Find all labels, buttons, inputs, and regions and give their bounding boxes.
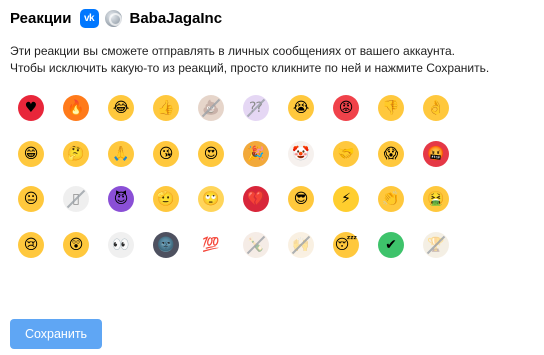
ok-hand-icon: 👌	[423, 95, 449, 121]
folded-hands-icon: 🙏	[108, 140, 134, 167]
clown-face-icon: 🤡	[288, 140, 314, 167]
grinning-face-icon: 😁	[18, 140, 44, 167]
red-heart-icon: ♥	[18, 95, 44, 121]
heart-eyes-icon: 😍	[198, 140, 224, 167]
reaction-clown-face[interactable]: 🤡	[283, 136, 319, 172]
question-marks-icon: ⁇	[243, 95, 269, 121]
vomiting-face-icon: 🤮	[423, 186, 449, 212]
reaction-eyes[interactable]: 👀	[103, 227, 139, 263]
bottle-with-cork-icon: 🍾	[243, 231, 269, 258]
reaction-heart-eyes[interactable]: 😍	[193, 136, 229, 172]
reaction-tears-of-joy[interactable]: 😂	[103, 90, 139, 126]
reaction-kissing-heart[interactable]: 😘	[148, 136, 184, 172]
page-document-icon: ▯	[63, 186, 89, 212]
description-line-2: Чтобы исключить какую-то из реакций, про…	[10, 60, 490, 75]
reaction-red-heart[interactable]: ♥	[13, 90, 49, 126]
reaction-handshake[interactable]: 🤝	[328, 136, 364, 172]
tears-of-joy-icon: 😂	[108, 95, 134, 121]
screaming-in-fear-icon: 😱	[378, 140, 404, 167]
angry-face-icon: 😡	[333, 95, 359, 121]
reaction-fire[interactable]: 🔥	[58, 90, 94, 126]
reaction-hundred-points[interactable]: 💯	[193, 227, 229, 263]
sad-face-icon: 😢	[18, 231, 44, 258]
reaction-pile-of-poo[interactable]: 💩	[193, 90, 229, 126]
trophy-icon: 🏆	[423, 231, 449, 258]
sleeping-face-icon: 😴	[333, 231, 359, 258]
reaction-raising-hands[interactable]: 🙌	[283, 227, 319, 263]
account-avatar[interactable]	[104, 9, 122, 27]
thumbs-down-icon: 👎	[378, 95, 404, 121]
broken-heart-icon: 💔	[243, 186, 269, 212]
reaction-party-popper[interactable]: 🎉	[238, 136, 274, 172]
vk-logo-icon: vk	[79, 8, 99, 28]
pile-of-poo-icon: 💩	[198, 95, 224, 121]
loudly-crying-icon: 😭	[288, 95, 314, 121]
reaction-smiling-devil[interactable]: 😈	[103, 181, 139, 217]
thinking-face-icon: 🤔	[63, 140, 89, 167]
lightning-icon: ⚡	[333, 186, 359, 212]
reaction-broken-heart[interactable]: 💔	[238, 181, 274, 217]
hundred-points-icon: 💯	[198, 231, 224, 258]
save-button[interactable]: Сохранить	[10, 319, 102, 349]
reaction-thumbs-up[interactable]: 👍	[148, 90, 184, 126]
reaction-sad-face[interactable]: 😢	[13, 227, 49, 263]
clapping-hands-icon: 👏	[378, 186, 404, 212]
rolling-eyes-icon: 🙄	[198, 186, 224, 212]
reaction-trophy[interactable]: 🏆	[418, 227, 454, 263]
reaction-folded-hands[interactable]: 🙏	[103, 136, 139, 172]
smiling-devil-icon: 😈	[108, 186, 134, 212]
sunglasses-face-icon: 😎	[288, 186, 314, 212]
reaction-question-marks[interactable]: ⁇	[238, 90, 274, 126]
neutral-face-icon: 😐	[18, 186, 44, 212]
reaction-rolling-eyes[interactable]: 🙄	[193, 181, 229, 217]
party-popper-icon: 🎉	[243, 140, 269, 167]
fire-icon: 🔥	[63, 95, 89, 121]
reaction-clapping-hands[interactable]: 👏	[373, 181, 409, 217]
saluting-face-icon: 🫡	[153, 186, 179, 212]
reaction-new-moon-face[interactable]: 🌚	[148, 227, 184, 263]
reaction-neutral-face[interactable]: 😐	[13, 181, 49, 217]
reaction-thumbs-down[interactable]: 👎	[373, 90, 409, 126]
reaction-vomiting-face[interactable]: 🤮	[418, 181, 454, 217]
handshake-icon: 🤝	[333, 140, 359, 167]
reaction-page-document[interactable]: ▯	[58, 181, 94, 217]
kissing-heart-icon: 😘	[153, 140, 179, 167]
description-line-1: Эти реакции вы сможете отправлять в личн…	[10, 44, 456, 58]
description: Эти реакции вы сможете отправлять в личн…	[10, 43, 540, 76]
eyes-icon: 👀	[108, 231, 134, 258]
reaction-loudly-crying[interactable]: 😭	[283, 90, 319, 126]
reaction-astonished-face[interactable]: 😲	[58, 227, 94, 263]
reaction-grinning-face[interactable]: 😁	[13, 136, 49, 172]
reaction-lightning[interactable]: ⚡	[328, 181, 364, 217]
cursing-face-icon: 🤬	[423, 140, 449, 167]
reaction-check-mark[interactable]: ✔	[373, 227, 409, 263]
reaction-grid: ♥ 🔥 😂 👍 💩 ⁇ 😭 😡 👎 👌 😁 🤔 🙏 😘 😍 🎉 🤡 🤝 😱 🤬 😐 ▯ 😈 🫡 🙄 💔 😎 ⚡ 👏 🤮 😢 😲 👀 🌚 💯 🍾 🙌 😴 ✔ 🏆	[13, 90, 454, 263]
check-mark-icon: ✔	[378, 231, 404, 258]
reaction-sleeping-face[interactable]: 😴	[328, 227, 364, 263]
reaction-saluting-face[interactable]: 🫡	[148, 181, 184, 217]
reaction-sunglasses-face[interactable]: 😎	[283, 181, 319, 217]
reaction-bottle-with-cork[interactable]: 🍾	[238, 227, 274, 263]
reaction-screaming-in-fear[interactable]: 😱	[373, 136, 409, 172]
page-title: Реакции	[10, 9, 72, 27]
header: Реакции vk BabaJagaInc	[10, 8, 222, 28]
account-name[interactable]: BabaJagaInc	[130, 10, 223, 27]
reaction-angry-face[interactable]: 😡	[328, 90, 364, 126]
thumbs-up-icon: 👍	[153, 95, 179, 121]
new-moon-face-icon: 🌚	[153, 231, 179, 258]
reaction-cursing-face[interactable]: 🤬	[418, 136, 454, 172]
astonished-face-icon: 😲	[63, 231, 89, 258]
reaction-thinking-face[interactable]: 🤔	[58, 136, 94, 172]
raising-hands-icon: 🙌	[288, 231, 314, 258]
reaction-ok-hand[interactable]: 👌	[418, 90, 454, 126]
